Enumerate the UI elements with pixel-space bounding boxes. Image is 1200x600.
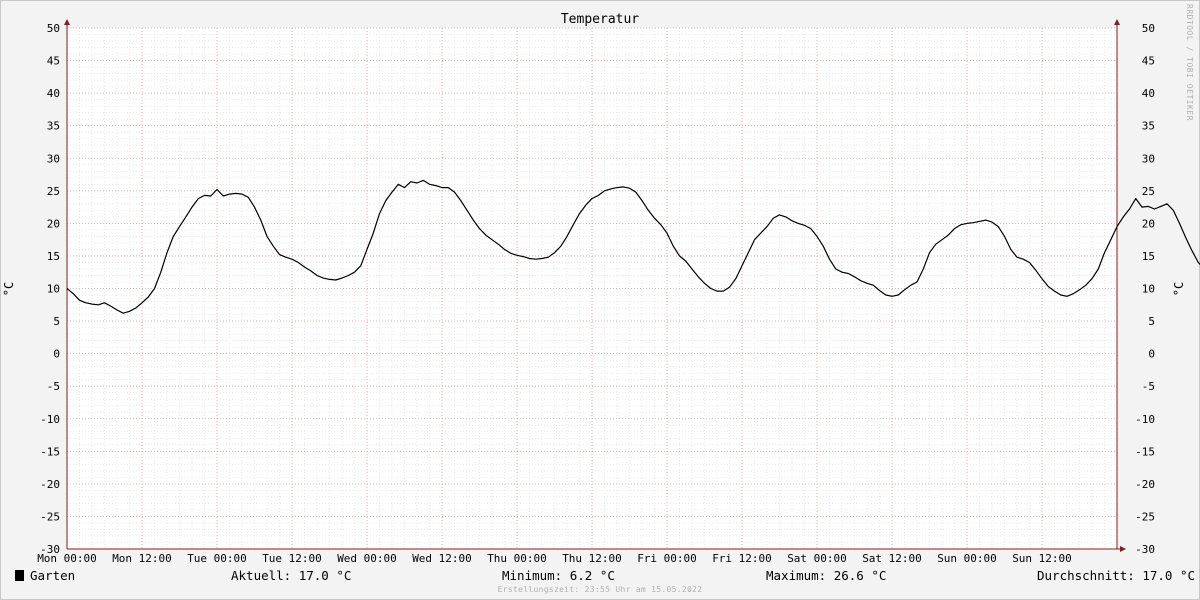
legend-maximum: Maximum: 26.6 °C (766, 568, 887, 583)
y-tick-label: 30 (47, 152, 60, 165)
legend-swatch (15, 570, 24, 581)
x-tick-label: Wed 00:00 (337, 552, 397, 565)
x-tick-label: Tue 12:00 (262, 552, 322, 565)
y-tick-label: -10 (1135, 413, 1155, 426)
y-axis-arrow-left (64, 19, 70, 25)
x-tick-label: Fri 12:00 (712, 552, 772, 565)
y-tick-label: -25 (1135, 510, 1155, 523)
y-tick-label: -5 (1142, 380, 1155, 393)
y-tick-label: 35 (1142, 120, 1155, 133)
legend-current: Aktuell: 17.0 °C (231, 568, 352, 583)
y-tick-label: -5 (47, 380, 60, 393)
y-tick-label: 10 (47, 283, 60, 296)
y-tick-label: 0 (1148, 348, 1155, 361)
y-tick-label: 20 (1142, 217, 1155, 230)
y-tick-label: -25 (40, 510, 60, 523)
y-tick-label: -10 (40, 413, 60, 426)
chart-title: Temperatur (561, 12, 639, 27)
y-tick-label: 35 (47, 120, 60, 133)
y-tick-label: 20 (47, 217, 60, 230)
x-axis-arrow (1120, 546, 1126, 552)
y-axis-label-right: °C (1172, 282, 1186, 296)
y-tick-label: 50 (47, 22, 60, 35)
creation-timestamp: Erstellungszeit: 23:55 Uhr am 15.05.2022 (497, 585, 703, 594)
legend-minimum: Minimum: 6.2 °C (502, 568, 615, 583)
y-axis-arrow-right (1114, 19, 1120, 25)
y-tick-label: 0 (53, 348, 60, 361)
y-tick-label: 25 (1142, 185, 1155, 198)
y-tick-label: -15 (1135, 445, 1155, 458)
y-tick-label: 45 (1142, 55, 1155, 68)
y-axis-left: 50454035302520151050-5-10-15-20-25-30 (40, 22, 60, 556)
y-tick-label: 25 (47, 185, 60, 198)
x-tick-label: Fri 00:00 (637, 552, 697, 565)
y-tick-label: -15 (40, 445, 60, 458)
x-tick-label: Thu 00:00 (487, 552, 547, 565)
temperature-chart: 50454035302520151050-5-10-15-20-25-30 50… (2, 4, 1200, 565)
y-tick-label: 40 (47, 87, 60, 100)
y-tick-label: 30 (1142, 152, 1155, 165)
x-tick-label: Sun 00:00 (937, 552, 997, 565)
y-tick-label: 50 (1142, 22, 1155, 35)
legend-average: Durchschnitt: 17.0 °C (1037, 568, 1196, 583)
y-tick-label: 15 (1142, 250, 1155, 263)
x-tick-label: Mon 00:00 (37, 552, 97, 565)
y-tick-label: 40 (1142, 87, 1155, 100)
y-axis-right: 50454035302520151050-5-10-15-20-25-30 (1135, 22, 1155, 556)
y-tick-label: -30 (1135, 543, 1155, 556)
x-axis: Mon 00:00 Mon 12:00 Tue 00:00 Tue 12:00 Wed … (37, 552, 1072, 565)
x-tick-label: Wed 12:00 (412, 552, 472, 565)
y-tick-label: 15 (47, 250, 60, 263)
y-tick-label: 5 (1148, 315, 1155, 328)
x-tick-label: Mon 12:00 (112, 552, 172, 565)
y-tick-label: 5 (53, 315, 60, 328)
rrdtool-watermark: RRDTOOL / TOBI OETIKER (1185, 4, 1194, 121)
x-tick-label: Sat 12:00 (862, 552, 922, 565)
x-tick-label: Tue 00:00 (187, 552, 247, 565)
x-tick-label: Sun 12:00 (1012, 552, 1072, 565)
y-tick-label: 45 (47, 55, 60, 68)
legend-series-name: Garten (30, 568, 76, 583)
x-tick-label: Sat 00:00 (787, 552, 847, 565)
y-axis-label-left: °C (2, 282, 16, 296)
x-tick-label: Thu 12:00 (562, 552, 622, 565)
y-tick-label: 10 (1142, 283, 1155, 296)
y-tick-label: -20 (1135, 478, 1155, 491)
y-tick-label: -20 (40, 478, 60, 491)
